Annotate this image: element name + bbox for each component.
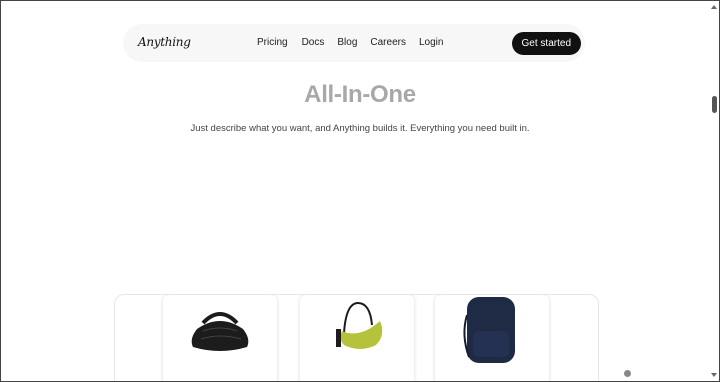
get-started-button[interactable]: Get started bbox=[511, 32, 581, 55]
page-scrollbar[interactable] bbox=[709, 1, 719, 381]
nav-link-pricing[interactable]: Pricing bbox=[257, 37, 288, 48]
scroll-up-arrow-icon[interactable] bbox=[710, 3, 718, 11]
browser-viewport: Anything Pricing Docs Blog Careers Login… bbox=[0, 0, 720, 382]
nav-link-login[interactable]: Login bbox=[419, 37, 443, 48]
top-navbar: Anything Pricing Docs Blog Careers Login… bbox=[123, 24, 585, 62]
brand-logo[interactable]: Anything bbox=[138, 35, 191, 49]
black-handbag-icon bbox=[191, 312, 249, 351]
scroll-down-arrow-icon[interactable] bbox=[710, 371, 718, 379]
scrollbar-thumb[interactable] bbox=[712, 96, 717, 113]
nav-link-careers[interactable]: Careers bbox=[370, 37, 406, 48]
product-carousel bbox=[114, 294, 599, 381]
hero-title: All-In-One bbox=[304, 81, 416, 108]
carousel-indicator-dot[interactable] bbox=[624, 370, 631, 377]
hero-subtitle: Just describe what you want, and Anythin… bbox=[190, 123, 530, 134]
product-card[interactable] bbox=[435, 295, 549, 381]
product-card[interactable] bbox=[163, 295, 277, 381]
nav-links: Pricing Docs Blog Careers Login bbox=[257, 37, 443, 48]
nav-link-blog[interactable]: Blog bbox=[337, 37, 357, 48]
lime-shoulder-bag-icon bbox=[336, 301, 383, 349]
nav-link-docs[interactable]: Docs bbox=[302, 37, 325, 48]
product-card[interactable] bbox=[300, 295, 414, 381]
navy-backpack-icon bbox=[463, 297, 515, 363]
